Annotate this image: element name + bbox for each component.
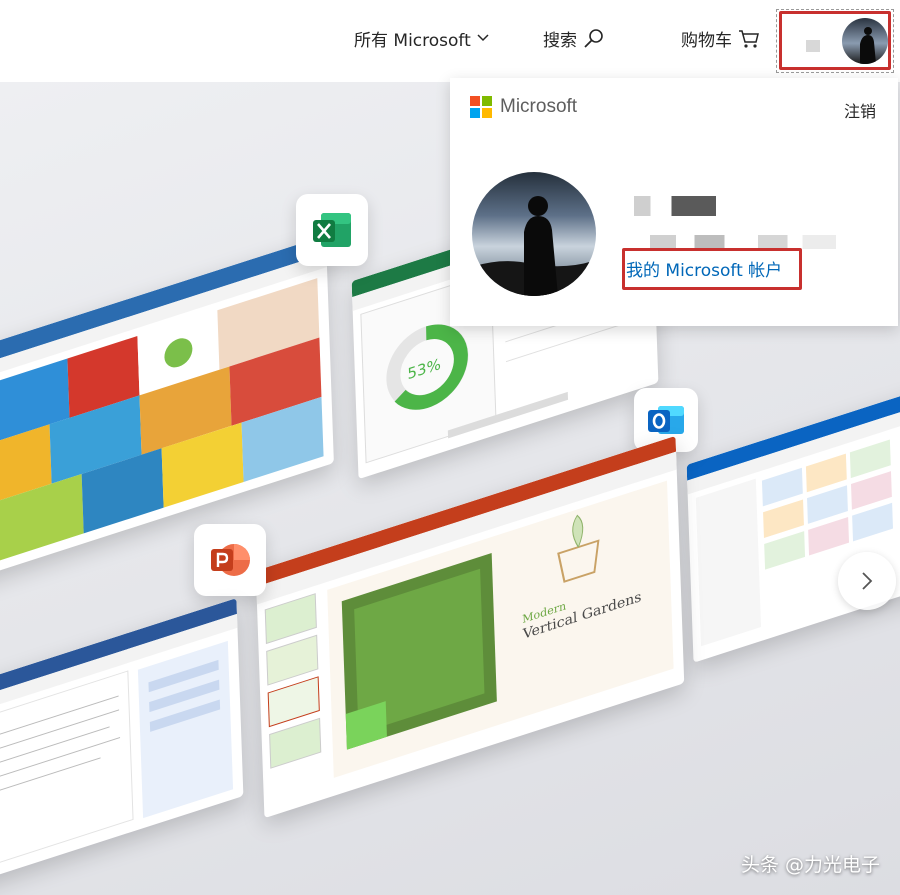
microsoft-logo-icon (470, 96, 492, 118)
blurred-email (650, 235, 836, 249)
avatar-large-image (472, 172, 596, 296)
blurred-display-name (634, 196, 716, 216)
powerpoint-tile (194, 524, 266, 596)
powerpoint-app-window: Modern Vertical Gardens (255, 435, 685, 819)
photos-app-screenshot (0, 235, 327, 566)
avatar-highlight-box (779, 11, 891, 70)
all-microsoft-label: 所有 Microsoft (354, 31, 471, 51)
cart-icon (739, 29, 759, 48)
word-screenshot (0, 598, 238, 869)
outlook-icon (648, 406, 684, 434)
excel-tile (296, 194, 368, 266)
microsoft-brand-text: Microsoft (500, 96, 578, 117)
microsoft-logo: Microsoft (470, 96, 577, 118)
word-app-window (0, 598, 244, 886)
photos-app-window (0, 235, 334, 579)
account-link-highlight-box (622, 248, 802, 290)
account-avatar-large (472, 172, 596, 296)
all-microsoft-menu[interactable]: 所有 Microsoft (354, 26, 489, 51)
cart-label: 购物车 (681, 31, 732, 51)
outlook-screenshot (686, 381, 900, 647)
top-nav-bar: 所有 Microsoft 搜索 购物车 (0, 0, 900, 82)
cart-button[interactable]: 购物车 (681, 26, 760, 51)
excel-icon (313, 213, 351, 247)
search-icon (584, 28, 603, 48)
sign-out-link[interactable]: 注销 (844, 98, 876, 122)
powerpoint-icon (211, 544, 250, 576)
carousel-next-button[interactable] (838, 552, 896, 610)
search-button[interactable]: 搜索 (543, 26, 605, 51)
watermark-text: 头条 @力光电子 (740, 854, 880, 876)
search-label: 搜索 (543, 31, 577, 51)
chevron-right-icon (862, 572, 873, 590)
powerpoint-screenshot (255, 435, 677, 778)
chevron-down-icon (477, 33, 489, 41)
outlook-app-window (686, 381, 900, 663)
